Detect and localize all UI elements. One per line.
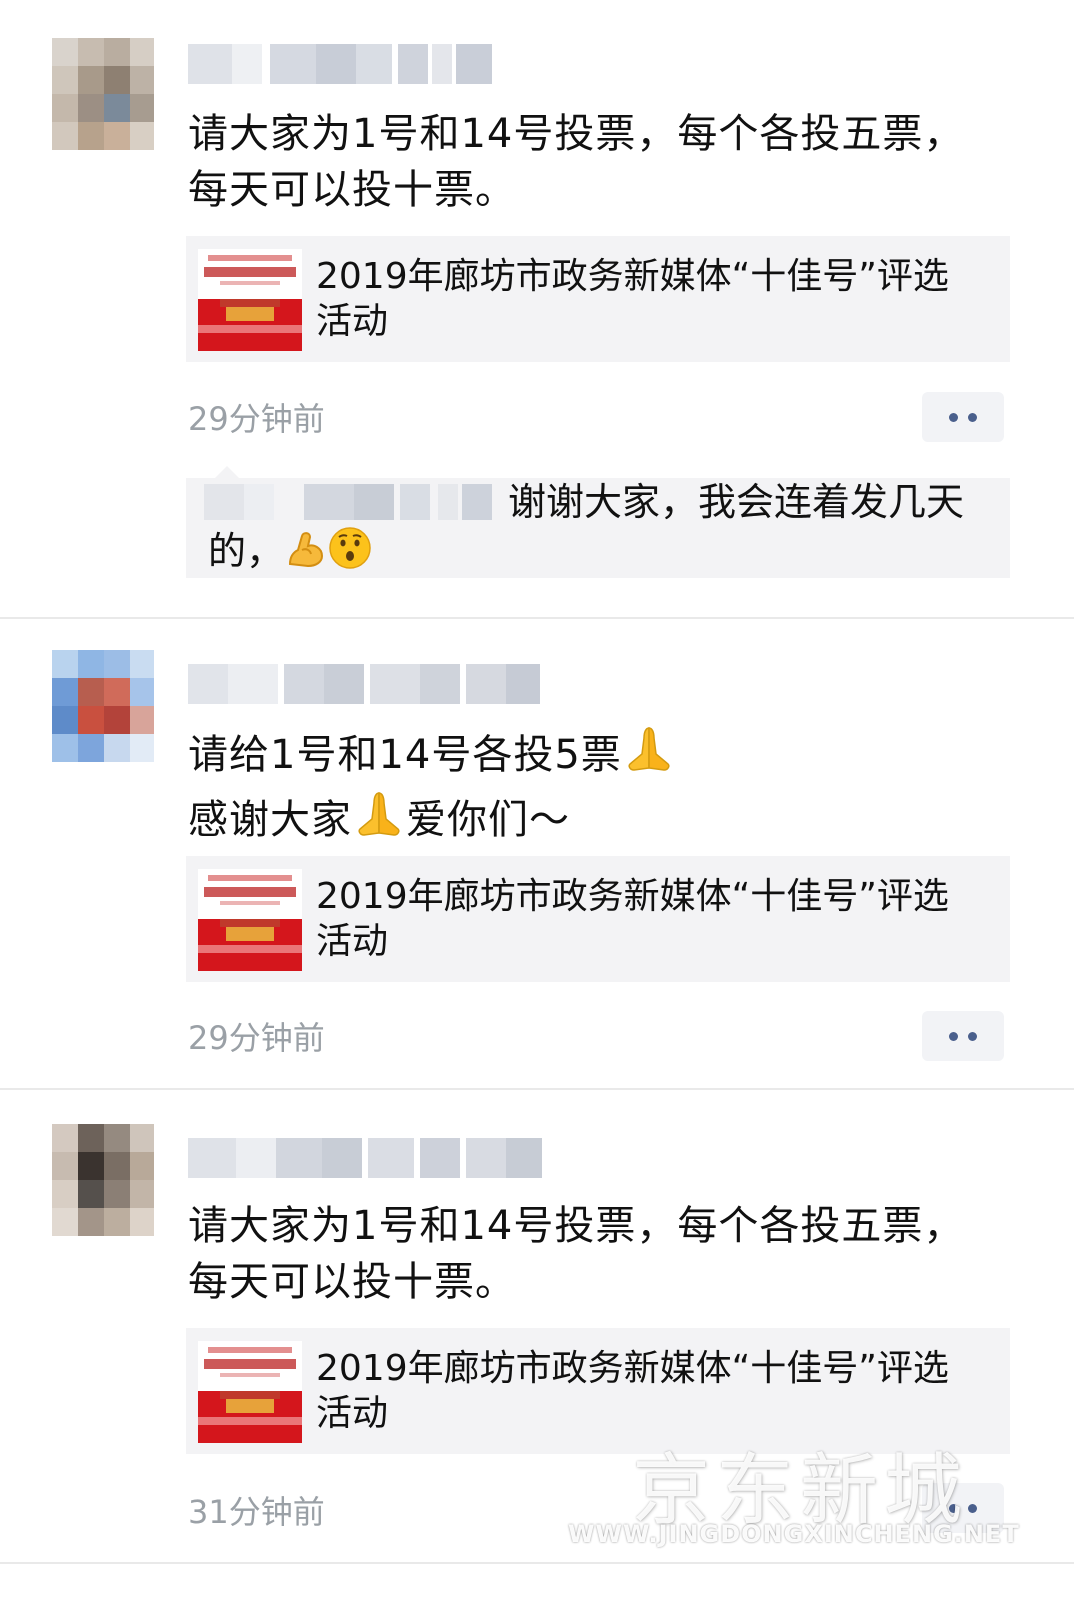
link-thumbnail bbox=[198, 1341, 302, 1443]
link-thumbnail bbox=[198, 249, 302, 351]
link-thumbnail bbox=[198, 869, 302, 971]
reply-text-line2: 的， bbox=[208, 526, 998, 581]
post-text-line: 请大家为1号和14号投票，每个各投五票， bbox=[188, 1203, 965, 1249]
link-title: 2019年廊坊市政务新媒体“十佳号”评选 活动 bbox=[316, 874, 996, 964]
link-title: 2019年廊坊市政务新媒体“十佳号”评选 活动 bbox=[316, 1346, 996, 1436]
reply-comment[interactable]: 谢谢大家，我会连着发几天 的， bbox=[186, 478, 1010, 578]
link-title-line: 2019年廊坊市政务新媒体“十佳号”评选 bbox=[316, 256, 949, 297]
post-divider bbox=[0, 1088, 1074, 1090]
post-text: 请给1号和14号各投5票 感谢大家 爱你们～ bbox=[188, 724, 1008, 854]
post-text-line: 每天可以投十票。 bbox=[188, 167, 516, 213]
link-title-line: 活动 bbox=[316, 921, 389, 962]
avatar[interactable] bbox=[52, 650, 154, 762]
post-text-segment: 爱你们～ bbox=[406, 797, 570, 843]
link-title-line: 2019年廊坊市政务新媒体“十佳号”评选 bbox=[316, 1348, 949, 1389]
post-time: 29分钟前 bbox=[188, 1019, 325, 1057]
link-title-line: 2019年廊坊市政务新媒体“十佳号”评选 bbox=[316, 876, 949, 917]
avatar[interactable] bbox=[52, 38, 154, 150]
hushed-face-icon bbox=[328, 526, 372, 581]
watermark-url: WWW.JINGDONGXINCHENG.NET bbox=[568, 1520, 1020, 1548]
post-divider bbox=[0, 1562, 1074, 1564]
username-blurred[interactable] bbox=[188, 44, 498, 84]
post-text: 请大家为1号和14号投票，每个各投五票， 每天可以投十票。 bbox=[188, 1198, 1008, 1310]
shared-link-card[interactable]: 2019年廊坊市政务新媒体“十佳号”评选 活动 bbox=[186, 236, 1010, 362]
username-blurred[interactable] bbox=[188, 1138, 546, 1178]
post-text-segment: 请给1号和14号各投5票 bbox=[188, 732, 622, 778]
post-time: 29分钟前 bbox=[188, 400, 325, 438]
folded-hands-icon bbox=[622, 724, 676, 789]
post-text-line: 请大家为1号和14号投票，每个各投五票， bbox=[188, 111, 965, 157]
folded-hands-icon bbox=[352, 789, 406, 854]
flexed-biceps-icon bbox=[284, 526, 328, 581]
avatar[interactable] bbox=[52, 1124, 154, 1236]
reply-notch bbox=[215, 466, 239, 478]
link-title-line: 活动 bbox=[316, 301, 389, 342]
link-title: 2019年廊坊市政务新媒体“十佳号”评选 活动 bbox=[316, 254, 996, 344]
reply-text-line: 的， bbox=[208, 529, 285, 573]
more-actions-button[interactable] bbox=[922, 1011, 1004, 1061]
post-time: 31分钟前 bbox=[188, 1493, 325, 1531]
post-text-line: 每天可以投十票。 bbox=[188, 1259, 516, 1305]
post-text-line1: 请给1号和14号各投5票 bbox=[188, 724, 1008, 789]
shared-link-card[interactable]: 2019年廊坊市政务新媒体“十佳号”评选 活动 bbox=[186, 856, 1010, 982]
post-text-line2: 感谢大家 爱你们～ bbox=[188, 789, 1008, 854]
reply-text-line: 谢谢大家，我会连着发几天 bbox=[508, 480, 965, 524]
username-blurred[interactable] bbox=[188, 664, 544, 704]
post-text-segment: 感谢大家 bbox=[188, 797, 352, 843]
post-text: 请大家为1号和14号投票，每个各投五票， 每天可以投十票。 bbox=[188, 106, 1008, 218]
post-divider bbox=[0, 617, 1074, 619]
reply-text: 谢谢大家，我会连着发几天 的， bbox=[208, 478, 998, 581]
more-actions-button[interactable] bbox=[922, 392, 1004, 442]
